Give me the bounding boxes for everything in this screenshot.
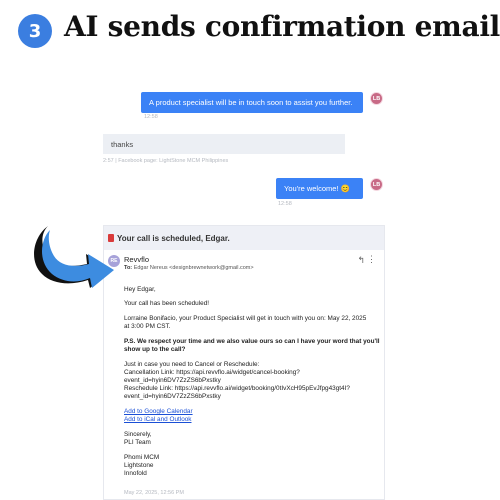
agent-avatar: LB xyxy=(370,92,383,105)
email-team: PLI Team xyxy=(124,439,151,446)
email-panel: Your call is scheduled, Edgar. RE Revvfl… xyxy=(103,225,385,500)
email-reschedule-intro: Just in case you need to Cancel or Resch… xyxy=(124,361,260,368)
recipient-address: Edgar Nereus <designbrewnetwork@gmail.co… xyxy=(133,265,254,271)
email-reschedule-link-1: Reschedule Link: https://api.revvflo.ai/… xyxy=(124,385,350,392)
email-timestamp: May 22, 2025, 12:56 PM xyxy=(124,490,184,496)
email-specialist-line-2: at 3:00 PM CST. xyxy=(124,323,171,330)
message-time-2: 12:58 xyxy=(278,201,292,207)
email-reschedule-link-2: event_id=hyin6DV7ZzZS6bPxstky xyxy=(124,393,221,400)
email-specialist-line-1: Lorraine Bonifacio, your Product Special… xyxy=(124,315,367,322)
email-greeting: Hey Edgar, xyxy=(124,286,156,293)
message-meta: 2:57 | Facebook page: LightStone MCM Phi… xyxy=(103,158,229,164)
email-cancel-link-1: Cancellation Link: https://api.revvflo.a… xyxy=(124,369,300,376)
sender-name: Revvflo xyxy=(124,255,150,264)
email-subject-bar: Your call is scheduled, Edgar. xyxy=(104,226,384,250)
email-ps-line-2: show up to the call? xyxy=(124,346,186,353)
curved-arrow-icon xyxy=(34,226,114,288)
more-vertical-icon[interactable]: ⋮ xyxy=(367,254,376,265)
add-google-calendar-link[interactable]: Add to Google Calendar xyxy=(124,408,193,416)
email-company-3: Innofold xyxy=(124,470,147,477)
email-cancel-link-2: event_id=hyin6DV7ZzZS6bPxstky xyxy=(124,377,221,384)
email-company-2: Lightstone xyxy=(124,462,154,469)
chat-message-outgoing-2: You're welcome! 😊 xyxy=(276,178,363,199)
to-label: To: xyxy=(124,265,133,271)
email-ps-line-1: P.S. We respect your time and we also va… xyxy=(124,338,380,345)
step-number-badge: 3 xyxy=(18,14,52,48)
chat-message-outgoing: A product specialist will be in touch so… xyxy=(141,92,363,113)
step-title: AI sends confirmation email xyxy=(64,10,500,43)
chat-message-incoming: thanks xyxy=(103,134,345,154)
email-line-scheduled: Your call has been scheduled! xyxy=(124,300,210,307)
email-subject: Your call is scheduled, Edgar. xyxy=(117,233,230,243)
agent-avatar-2: LB xyxy=(370,178,383,191)
email-signoff: Sincerely, xyxy=(124,431,152,438)
reply-icon[interactable]: ↰ xyxy=(357,255,365,266)
recipient-line: To: Edgar Nereus <designbrewnetwork@gmai… xyxy=(124,265,254,271)
email-company-1: Phomi MCM xyxy=(124,454,160,461)
message-time: 12:58 xyxy=(144,114,158,120)
add-ical-outlook-link[interactable]: Add to iCal and Outlook xyxy=(124,416,192,424)
